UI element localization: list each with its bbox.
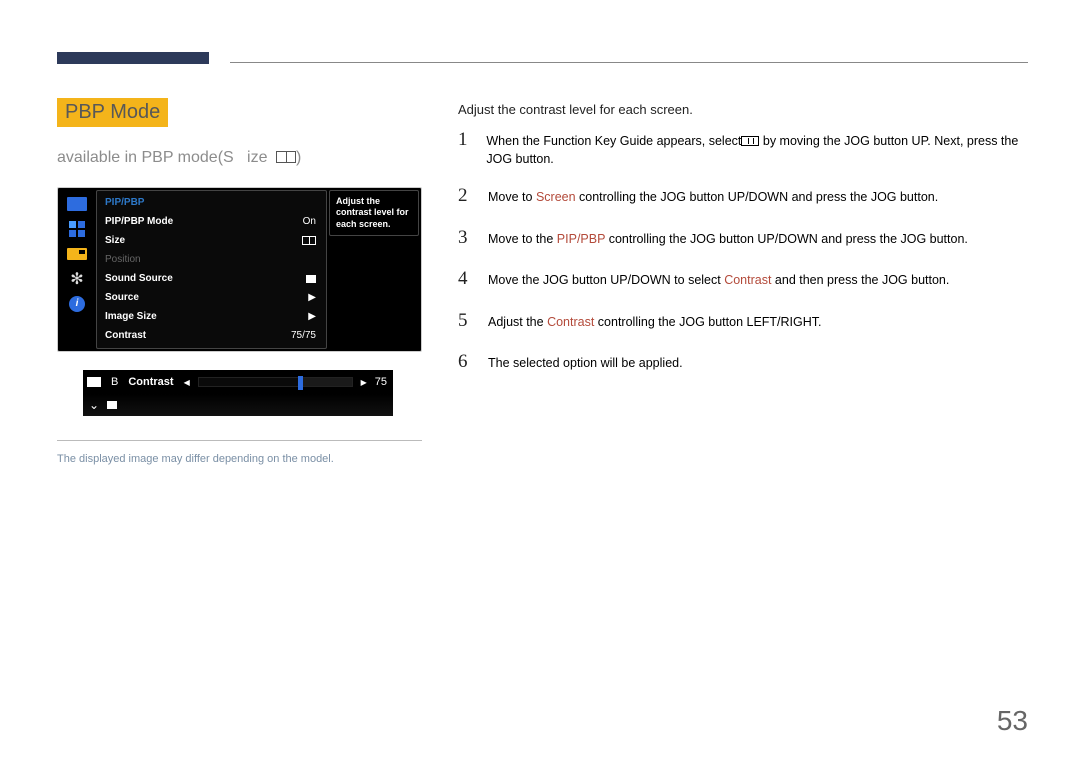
arrow-left-icon: ◀ <box>184 378 190 387</box>
step-text: When the Function Key Guide appears, sel… <box>486 133 1028 168</box>
header-rule <box>230 62 1028 63</box>
osd-row-sound: Sound Source <box>97 269 326 288</box>
osd-size-label: Size <box>105 235 125 246</box>
step-2: 2 Move to Screen controlling the JOG but… <box>458 183 1028 210</box>
picture-tab-icon <box>65 193 89 215</box>
step-text: Move to Screen controlling the JOG butto… <box>488 189 938 207</box>
osd-sidebar: ✻ i <box>60 190 94 349</box>
lead-text: Adjust the contrast level for each scree… <box>458 102 1028 117</box>
osd-row-position: Position <box>97 250 326 269</box>
pbp-split-icon <box>302 236 316 245</box>
osd-position-label: Position <box>105 254 141 265</box>
slider-letter: B <box>111 376 118 388</box>
step-5: 5 Adjust the Contrast controlling the JO… <box>458 308 1028 335</box>
subtitle-ize: ize <box>247 149 267 166</box>
left-column: PBP Mode available in PBP mode(S ize ) ✻… <box>57 98 422 465</box>
slider-pbp-icon <box>87 377 101 387</box>
slider-bar: B Contrast ◀ ▶ 75 <box>83 370 393 394</box>
right-column: Adjust the contrast level for each scree… <box>458 102 1028 391</box>
slider-body: ◀ ▶ 75 <box>184 376 387 388</box>
step-number: 2 <box>458 183 474 210</box>
step-number: 5 <box>458 308 474 335</box>
subtitle-prefix: available in PBP mode( <box>57 149 223 166</box>
slider-fill <box>199 378 298 386</box>
steps-list: 1 When the Function Key Guide appears, s… <box>458 127 1028 376</box>
osd-imgsize-label: Image Size <box>105 311 157 322</box>
osd-sound-label: Sound Source <box>105 273 173 284</box>
step-4: 4 Move the JOG button UP/DOWN to select … <box>458 266 1028 293</box>
osd-contrast-value: 75/75 <box>291 330 316 341</box>
pbp-size-icon <box>276 151 296 163</box>
header-accent-bar <box>57 52 209 64</box>
info-tab-icon: i <box>65 293 89 315</box>
subtitle-suffix: ) <box>296 149 301 166</box>
arrow-right-icon: ▶ <box>361 378 367 387</box>
step-text: Move the JOG button UP/DOWN to select Co… <box>488 272 949 290</box>
osd-menu-screenshot: ✻ i PIP/PBP PIP/PBP Mode On Size Positio… <box>57 187 422 352</box>
divider <box>57 440 422 441</box>
settings-tab-icon: ✻ <box>65 268 89 290</box>
step-number: 3 <box>458 225 474 252</box>
step-text: The selected option will be applied. <box>488 355 683 373</box>
osd-row-contrast: Contrast 75/75 <box>97 326 326 345</box>
slider-value: 75 <box>375 376 387 388</box>
subtitle-s: S <box>223 149 234 166</box>
osd-mode-value: On <box>303 216 316 227</box>
step-1: 1 When the Function Key Guide appears, s… <box>458 127 1028 168</box>
osd-row-image-size: Image Size ▶ <box>97 307 326 326</box>
slider-track <box>198 377 353 387</box>
pip-pbp-tab-icon <box>65 243 89 265</box>
step-text: Move to the PIP/PBP controlling the JOG … <box>488 231 968 249</box>
slider-handle <box>298 376 303 390</box>
slider-label: Contrast <box>128 376 173 388</box>
footnote: The displayed image may differ depending… <box>57 453 422 465</box>
osd-source-label: Source <box>105 292 139 303</box>
osd-row-size: Size <box>97 231 326 250</box>
step-number: 6 <box>458 349 474 376</box>
page-number: 53 <box>997 705 1028 737</box>
step-3: 3 Move to the PIP/PBP controlling the JO… <box>458 225 1028 252</box>
chevron-down-icon: ⌄ <box>89 398 99 412</box>
osd-main-panel: PIP/PBP PIP/PBP Mode On Size Position So… <box>96 190 327 349</box>
step-6: 6 The selected option will be applied. <box>458 349 1028 376</box>
sound-source-icon <box>306 275 316 283</box>
menu-icon <box>741 136 759 146</box>
arrow-right-icon: ▶ <box>308 311 316 322</box>
step-number: 1 <box>458 127 472 154</box>
osd-tooltip: Adjust the contrast level for each scree… <box>329 190 419 236</box>
osd-row-mode: PIP/PBP Mode On <box>97 212 326 231</box>
osd-mode-label: PIP/PBP Mode <box>105 216 173 227</box>
osd-contrast-label: Contrast <box>105 330 146 341</box>
step-number: 4 <box>458 266 474 293</box>
subtitle: available in PBP mode(S ize ) <box>57 149 422 167</box>
screen-tab-icon <box>65 218 89 240</box>
square-icon <box>107 401 117 409</box>
step-text: Adjust the Contrast controlling the JOG … <box>488 314 822 332</box>
osd-title: PIP/PBP <box>97 191 326 212</box>
section-title: PBP Mode <box>57 98 168 127</box>
slider-screenshot: B Contrast ◀ ▶ 75 ⌄ <box>83 370 393 416</box>
osd-row-source: Source ▶ <box>97 288 326 307</box>
arrow-right-icon: ▶ <box>308 292 316 303</box>
slider-bottom-bar: ⌄ <box>83 394 393 416</box>
